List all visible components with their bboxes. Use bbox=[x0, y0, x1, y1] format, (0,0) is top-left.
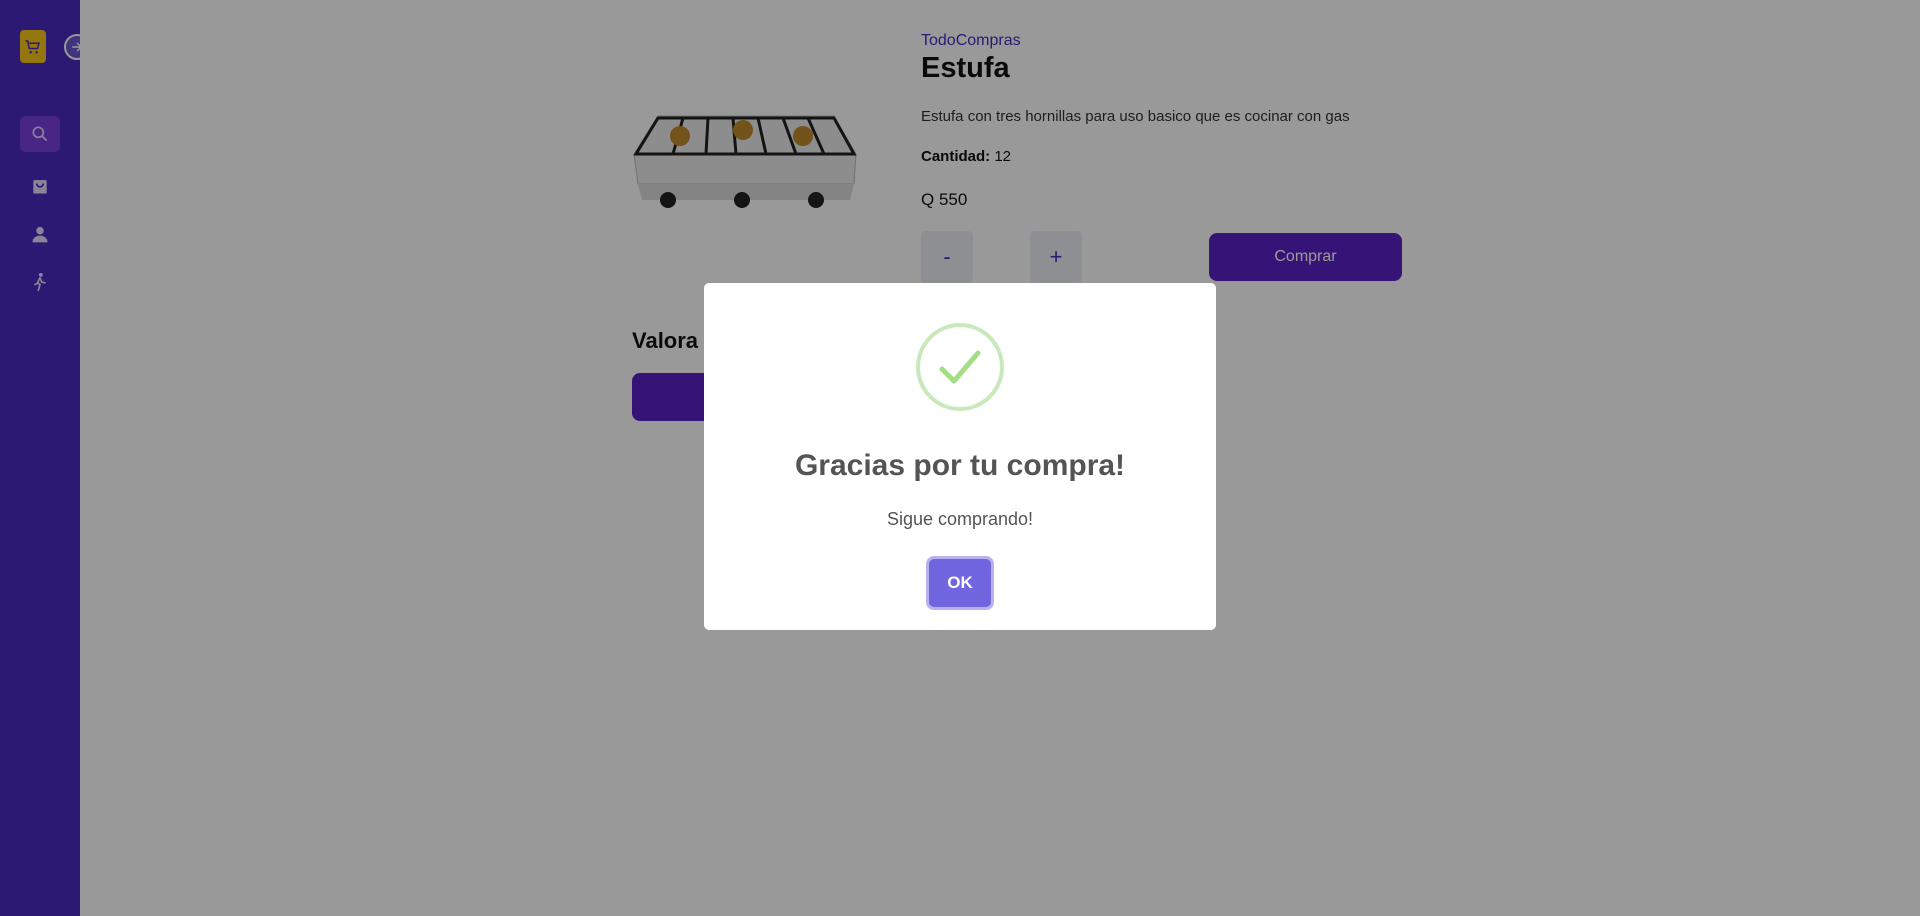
ok-button[interactable]: OK bbox=[929, 559, 991, 607]
checkmark-success-icon bbox=[916, 323, 1004, 411]
success-dialog: Gracias por tu compra! Sigue comprando! … bbox=[704, 283, 1216, 630]
dialog-message: Sigue comprando! bbox=[886, 509, 1034, 529]
dialog-title: Gracias por tu compra! bbox=[794, 449, 1126, 482]
